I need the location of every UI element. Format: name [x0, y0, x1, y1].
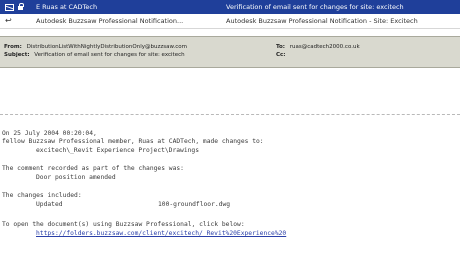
to-value[interactable]: ruas@cadtech2000.co.uk: [290, 43, 360, 51]
date-line: On 25 July 2004 00:20:04,: [2, 130, 97, 137]
open-line: To open the document(s) using Buzzsaw Pr…: [2, 221, 245, 228]
subject-value: Verification of email sent for changes f…: [34, 52, 185, 58]
message-header: From: DistributionListWithNightlyDistrib…: [0, 36, 460, 68]
message-subject: Verification of email sent for changes f…: [226, 3, 404, 11]
message-row[interactable]: ↩ Autodesk Buzzsaw Professional Notifica…: [0, 14, 460, 29]
message-from: Autodesk Buzzsaw Professional Notificati…: [36, 17, 184, 25]
comment-heading: The comment recorded as part of the chan…: [2, 165, 184, 172]
message-from: E Ruas at CADTech: [36, 3, 98, 11]
from-line: From: DistributionListWithNightlyDistrib…: [4, 43, 454, 51]
changes-heading: The changes included:: [2, 192, 82, 199]
change-file: 100-groundfloor.dwg: [158, 201, 231, 208]
message-body: On 25 July 2004 00:20:04, fellow Buzzsaw…: [0, 68, 460, 275]
from-value[interactable]: DistributionListWithNightlyDistributionO…: [27, 43, 187, 51]
document-link[interactable]: https://folders.buzzsaw.com/client/excit…: [36, 230, 286, 238]
cc-label: Cc:: [276, 52, 286, 58]
change-action: Updated: [36, 201, 63, 208]
subject-label: Subject:: [4, 52, 30, 58]
subject-line: Subject: Verification of email sent for …: [4, 51, 454, 59]
lock-icon: [18, 0, 26, 14]
reply-icon: ↩: [5, 16, 12, 25]
body-divider: [0, 114, 460, 115]
envelope-icon: [5, 0, 14, 14]
to-label: To:: [276, 44, 285, 50]
intro-line: fellow Buzzsaw Professional member, Ruas…: [2, 138, 264, 145]
message-subject: Autodesk Buzzsaw Professional Notificati…: [226, 17, 418, 25]
message-row-selected[interactable]: E Ruas at CADTech Verification of email …: [0, 0, 460, 14]
path-line: excitech\_Revit Experience Project\Drawi…: [36, 147, 200, 154]
comment-text: Door position amended: [36, 174, 116, 181]
from-label: From:: [4, 44, 22, 50]
